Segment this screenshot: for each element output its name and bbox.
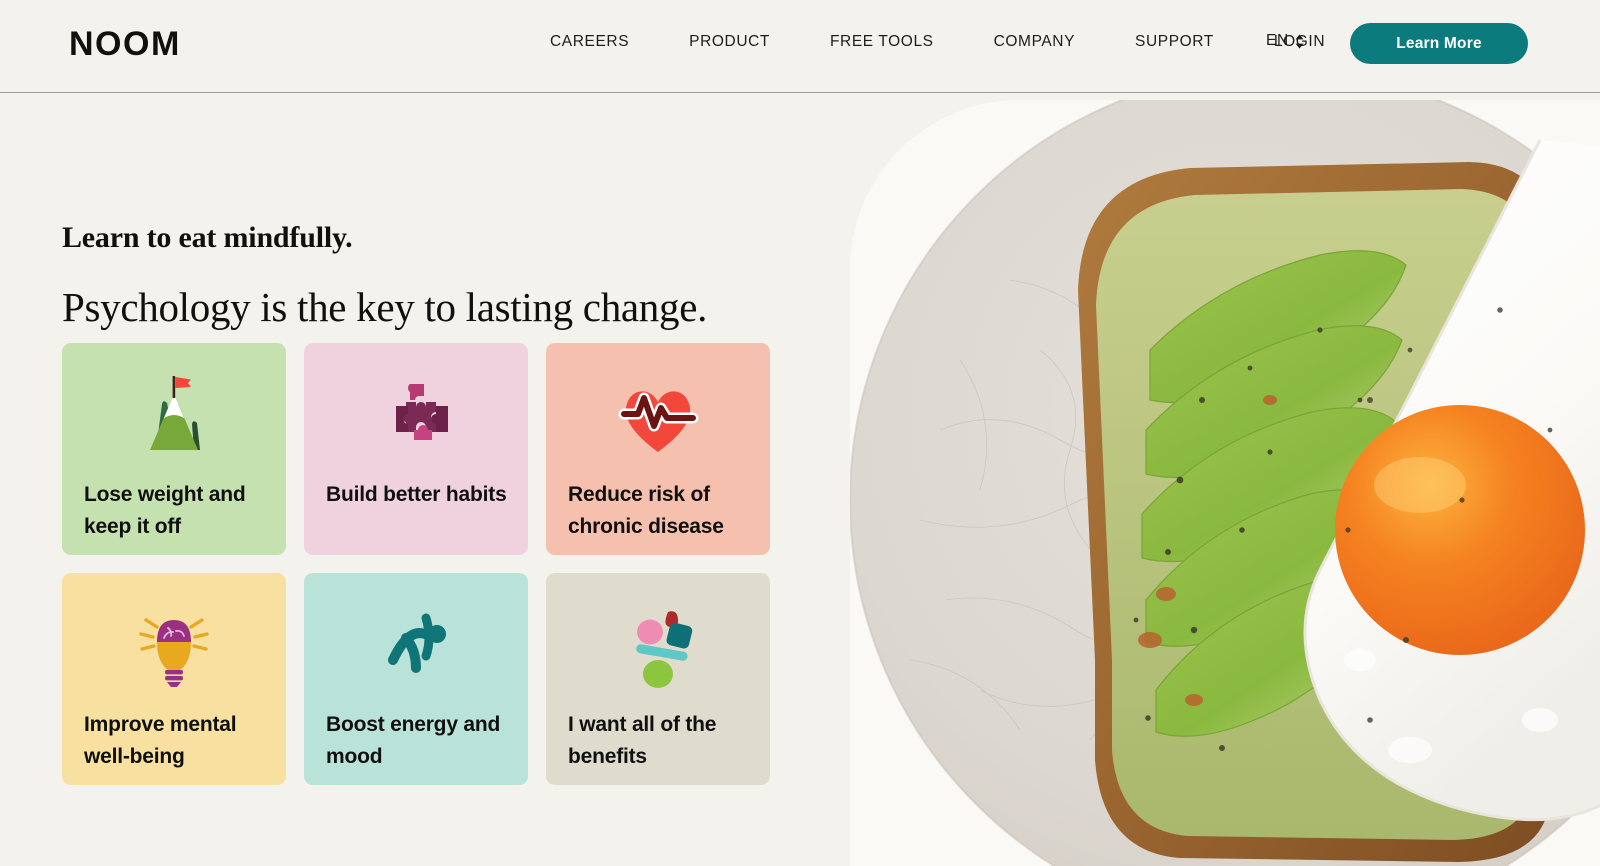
benefit-card-lose-weight[interactable]: Lose weight and keep it off — [62, 343, 286, 555]
nav-item-product[interactable]: PRODUCT — [659, 33, 800, 51]
benefit-card-all-benefits[interactable]: I want all of the benefits — [546, 573, 770, 785]
hero-eyebrow: Learn to eat mindfully. — [62, 221, 353, 254]
benefit-card-boost-energy[interactable]: Boost energy and mood — [304, 573, 528, 785]
page-title: Psychology is the key to lasting change. — [62, 284, 708, 330]
benefit-card-label: I want all of the benefits — [568, 713, 717, 768]
benefit-card-label: Reduce risk of chronic disease — [568, 483, 724, 538]
puzzle-pieces-icon — [304, 361, 528, 471]
benefit-card-mental-wellbeing[interactable]: Improve mental well-being — [62, 573, 286, 785]
learn-more-button[interactable]: Learn More — [1350, 23, 1528, 64]
site-header: NOOM CAREERS PRODUCT FREE TOOLS COMPANY … — [0, 0, 1600, 93]
stretching-person-icon — [304, 591, 528, 701]
heart-pulse-icon — [546, 361, 770, 471]
benefit-card-label: Boost energy and mood — [326, 713, 501, 768]
lightbulb-brain-icon — [62, 591, 286, 701]
benefit-card-label: Build better habits — [326, 483, 507, 506]
hero-content: Learn to eat mindfully. Psychology is th… — [0, 93, 850, 866]
nav-item-free-tools[interactable]: FREE TOOLS — [800, 33, 964, 51]
hero-image-avocado-toast — [850, 100, 1600, 866]
chevron-up-down-icon — [1294, 34, 1305, 49]
benefit-card-label: Lose weight and keep it off — [84, 483, 246, 538]
noom-logo[interactable]: NOOM — [69, 25, 181, 63]
benefit-card-grid: Lose weight and keep it off Build better… — [62, 343, 770, 785]
nav-item-company[interactable]: COMPANY — [964, 33, 1105, 51]
benefit-card-reduce-risk[interactable]: Reduce risk of chronic disease — [546, 343, 770, 555]
balance-shapes-icon — [546, 591, 770, 701]
primary-navigation: CAREERS PRODUCT FREE TOOLS COMPANY SUPPO… — [520, 33, 1355, 51]
nav-item-support[interactable]: SUPPORT — [1105, 33, 1244, 51]
mountain-flag-icon — [62, 361, 286, 471]
nav-item-careers[interactable]: CAREERS — [520, 33, 659, 51]
language-selector[interactable]: EN — [1266, 32, 1305, 50]
language-selector-label: EN — [1266, 32, 1289, 49]
benefit-card-build-habits[interactable]: Build better habits — [304, 343, 528, 555]
benefit-card-label: Improve mental well-being — [84, 713, 237, 768]
